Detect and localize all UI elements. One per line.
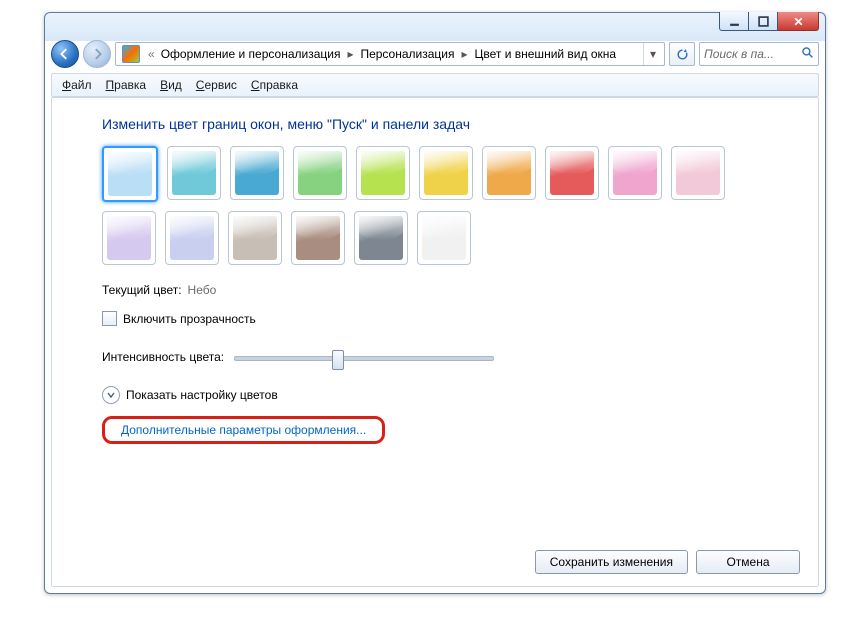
intensity-row: Интенсивность цвета: xyxy=(102,348,768,366)
color-swatch[interactable] xyxy=(356,146,410,200)
color-swatch[interactable] xyxy=(167,146,221,200)
intensity-slider[interactable] xyxy=(234,348,494,366)
swatch-color xyxy=(359,216,403,260)
swatch-color xyxy=(296,216,340,260)
search-placeholder: Поиск в па... xyxy=(704,47,774,61)
breadcrumb-item[interactable]: Цвет и внешний вид окна xyxy=(473,47,619,61)
transparency-label: Включить прозрачность xyxy=(123,312,256,326)
swatch-color xyxy=(424,151,468,195)
color-swatch[interactable] xyxy=(165,211,219,265)
color-swatch-grid xyxy=(102,146,742,265)
menu-tools[interactable]: Сервис xyxy=(196,78,237,92)
swatch-color xyxy=(172,151,216,195)
breadcrumb-prefix: « xyxy=(144,47,159,61)
caption-buttons xyxy=(719,12,819,31)
minimize-button[interactable] xyxy=(719,12,749,31)
back-button[interactable] xyxy=(51,40,79,68)
swatch-color xyxy=(487,151,531,195)
content-area: Изменить цвет границ окон, меню "Пуск" и… xyxy=(51,97,819,587)
chevron-down-icon[interactable] xyxy=(102,386,120,404)
swatch-color xyxy=(235,151,279,195)
breadcrumb[interactable]: « Оформление и персонализация ▸ Персонал… xyxy=(115,42,665,66)
color-swatch[interactable] xyxy=(419,146,473,200)
breadcrumb-item[interactable]: Оформление и персонализация xyxy=(159,47,343,61)
color-swatch[interactable] xyxy=(102,146,158,202)
swatch-color xyxy=(613,151,657,195)
show-mixer-label: Показать настройку цветов xyxy=(126,388,278,402)
save-button[interactable]: Сохранить изменения xyxy=(535,550,688,574)
swatch-color xyxy=(676,151,720,195)
forward-button[interactable] xyxy=(83,40,111,68)
current-color-label: Текущий цвет: xyxy=(102,283,182,297)
color-swatch[interactable] xyxy=(671,146,725,200)
menu-help[interactable]: Справка xyxy=(251,78,298,92)
window: « Оформление и персонализация ▸ Персонал… xyxy=(44,12,826,594)
transparency-checkbox[interactable] xyxy=(102,311,117,326)
swatch-color xyxy=(361,151,405,195)
color-swatch[interactable] xyxy=(354,211,408,265)
cancel-button[interactable]: Отмена xyxy=(696,550,800,574)
menu-edit[interactable]: Правка xyxy=(106,78,147,92)
swatch-color xyxy=(233,216,277,260)
current-color-value: Небо xyxy=(188,283,217,297)
color-swatch[interactable] xyxy=(291,211,345,265)
color-swatch[interactable] xyxy=(230,146,284,200)
current-color-row: Текущий цвет: Небо xyxy=(102,283,768,297)
color-swatch[interactable] xyxy=(102,211,156,265)
color-swatch[interactable] xyxy=(545,146,599,200)
expander-row[interactable]: Показать настройку цветов xyxy=(102,386,768,404)
swatch-color xyxy=(422,216,466,260)
breadcrumb-item[interactable]: Персонализация xyxy=(358,47,456,61)
swatch-color xyxy=(107,216,151,260)
search-icon xyxy=(801,46,814,62)
color-swatch[interactable] xyxy=(417,211,471,265)
color-swatch[interactable] xyxy=(482,146,536,200)
transparency-row: Включить прозрачность xyxy=(102,311,768,326)
swatch-color xyxy=(108,152,152,196)
highlight-annotation: Дополнительные параметры оформления... xyxy=(102,416,385,444)
slider-track xyxy=(234,356,494,361)
chevron-right-icon: ▸ xyxy=(342,47,358,61)
nav-bar: « Оформление и персонализация ▸ Персонал… xyxy=(51,39,819,69)
advanced-appearance-link[interactable]: Дополнительные параметры оформления... xyxy=(121,423,366,437)
color-swatch[interactable] xyxy=(228,211,282,265)
search-input[interactable]: Поиск в па... xyxy=(699,42,819,66)
maximize-button[interactable] xyxy=(749,12,778,31)
menu-bar: Файл Правка Вид Сервис Справка xyxy=(51,73,819,97)
swatch-color xyxy=(170,216,214,260)
location-icon xyxy=(122,45,140,63)
swatch-color xyxy=(298,151,342,195)
color-swatch[interactable] xyxy=(608,146,662,200)
chevron-right-icon: ▸ xyxy=(457,47,473,61)
page-title: Изменить цвет границ окон, меню "Пуск" и… xyxy=(102,116,768,132)
swatch-color xyxy=(550,151,594,195)
breadcrumb-dropdown[interactable]: ▾ xyxy=(643,43,662,65)
refresh-button[interactable] xyxy=(669,42,695,66)
menu-file[interactable]: Файл xyxy=(62,78,92,92)
menu-view[interactable]: Вид xyxy=(160,78,182,92)
intensity-label: Интенсивность цвета: xyxy=(102,350,224,364)
color-swatch[interactable] xyxy=(293,146,347,200)
dialog-buttons: Сохранить изменения Отмена xyxy=(535,550,800,574)
slider-thumb[interactable] xyxy=(332,350,344,370)
close-button[interactable] xyxy=(778,12,819,31)
